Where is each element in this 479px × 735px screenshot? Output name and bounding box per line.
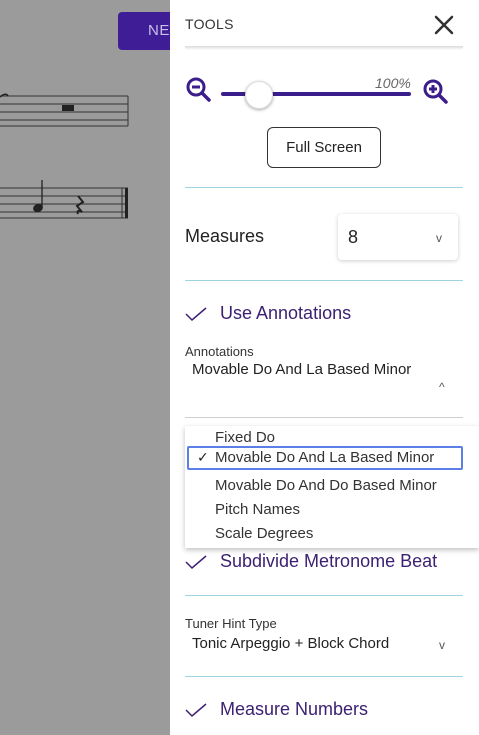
subdivide-metronome-label: Subdivide Metronome Beat [220,551,438,571]
chevron-down-icon: v [436,231,442,245]
close-icon[interactable] [433,14,455,36]
annotation-option[interactable]: Movable Do And Do Based Minor [185,474,479,498]
subdivide-metronome-toggle[interactable]: Subdivide Metronome Beat [185,548,463,578]
zoom-slider-thumb[interactable] [245,81,273,109]
annotations-dropdown-list: Fixed Do ✓ Movable Do And La Based Minor… [185,426,479,548]
full-screen-button[interactable]: Full Screen [267,127,381,168]
use-annotations-toggle[interactable]: Use Annotations [185,300,463,330]
drawer-title: TOOLS [185,16,234,32]
annotations-value: Movable Do And La Based Minor [192,361,412,378]
measures-select[interactable]: 8 v [338,214,458,260]
check-icon: ✓ [197,449,209,465]
header-shadow [185,46,463,50]
divider [185,280,463,281]
staff-top [0,93,129,127]
divider [185,417,463,418]
chevron-down-icon: v [439,638,445,652]
zoom-in-icon[interactable] [422,78,448,104]
drawer-header: TOOLS [170,0,479,50]
measure-numbers-toggle[interactable]: Measure Numbers [185,696,463,726]
annotations-caption: Annotations [185,344,254,359]
divider [185,595,463,596]
divider [185,187,463,188]
annotation-option-selected[interactable]: ✓ Movable Do And La Based Minor [187,446,463,470]
measures-value: 8 [348,227,359,247]
measures-label: Measures [185,226,265,246]
use-annotations-label: Use Annotations [220,303,352,323]
measure-numbers-label: Measure Numbers [220,699,369,719]
new-button[interactable]: NE [118,12,170,50]
divider [185,676,463,677]
staff-bottom [0,180,128,219]
checkmark-icon [185,307,207,322]
zoom-control: 100% [185,74,463,109]
chevron-up-icon: ^ [439,380,445,394]
tools-drawer: TOOLS 100% Full Screen Measures 8 v Use … [170,0,479,735]
annotation-option[interactable]: Scale Degrees [185,522,479,546]
zoom-out-icon[interactable] [185,76,211,102]
score-backdrop: NE [0,0,170,735]
annotation-option[interactable]: Pitch Names [185,498,479,522]
zoom-value: 100% [375,75,411,91]
tuner-hint-value: Tonic Arpeggio + Block Chord [192,635,390,652]
checkmark-icon [185,555,207,570]
checkmark-icon [185,703,207,718]
